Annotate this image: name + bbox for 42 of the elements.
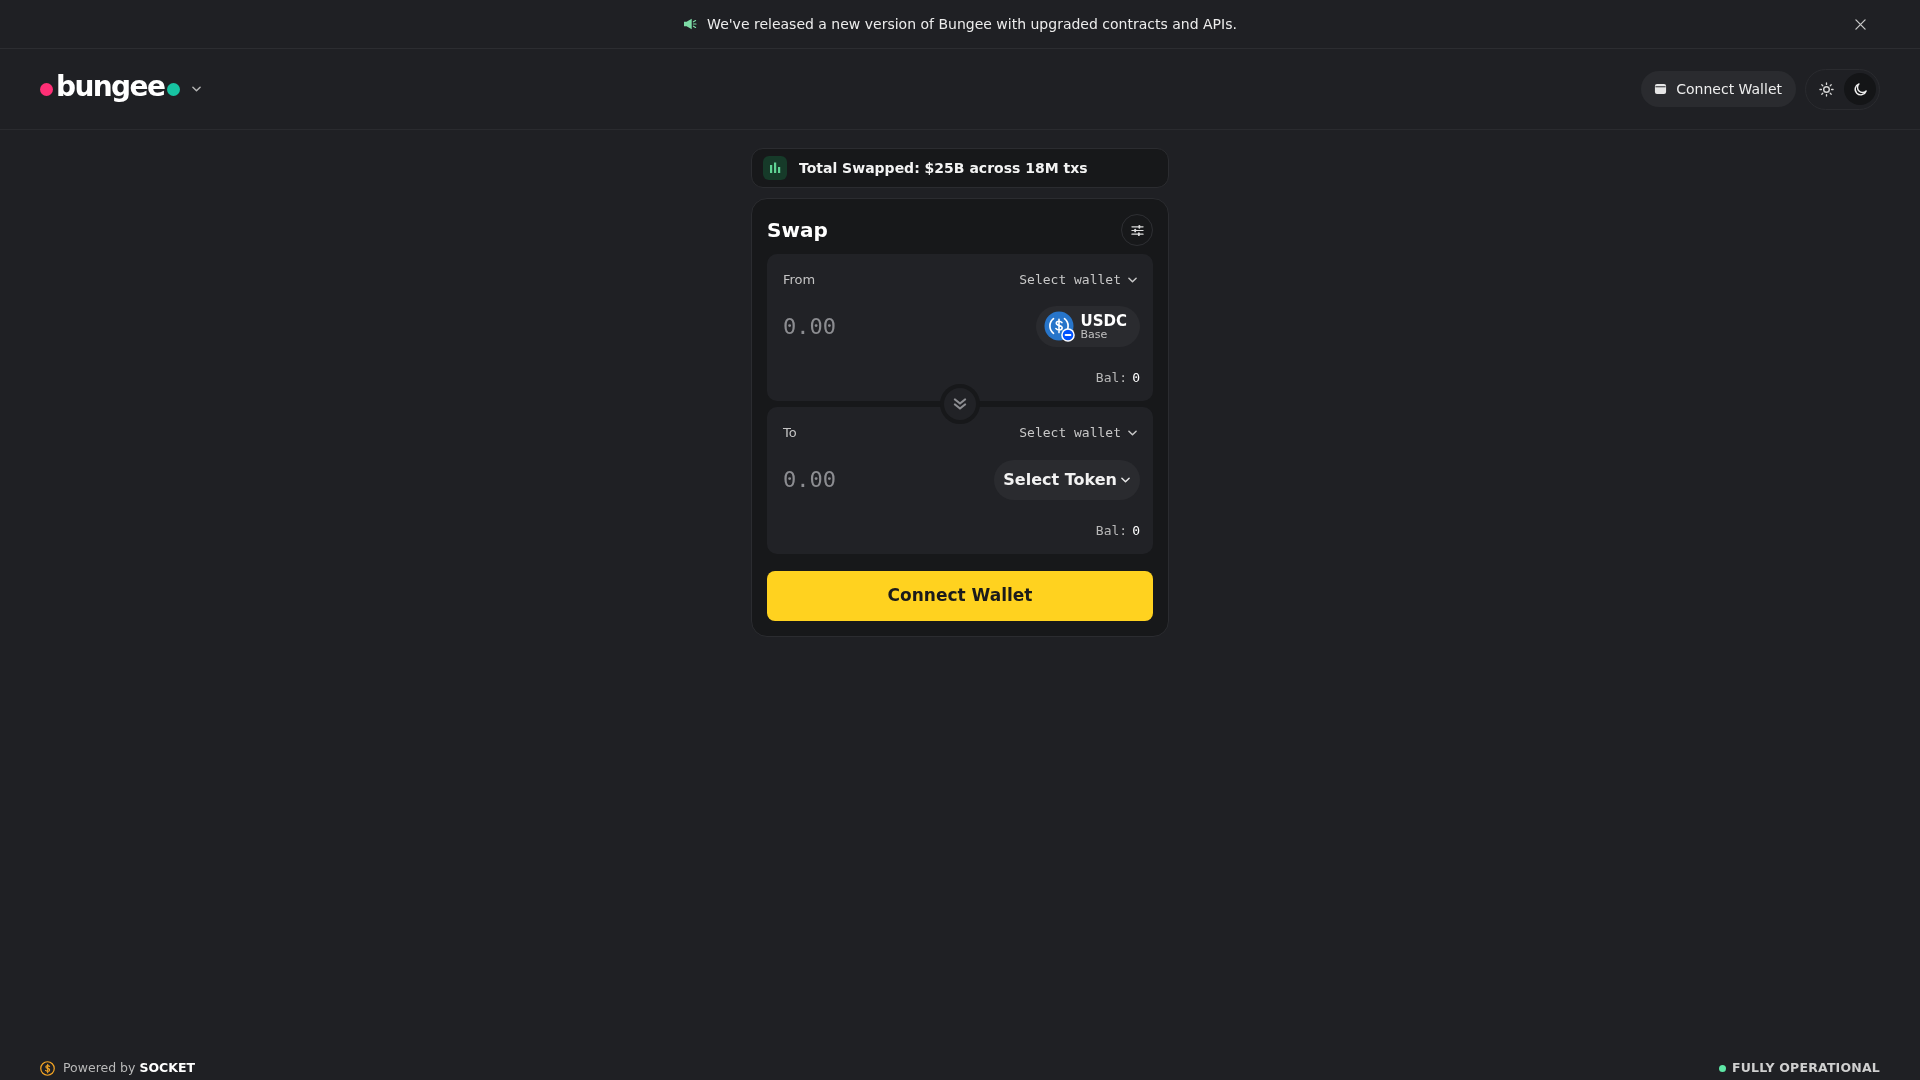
connect-wallet-button[interactable]: Connect Wallet: [1641, 71, 1796, 107]
select-token-button[interactable]: Select Token: [994, 459, 1140, 500]
panel-label: To: [783, 424, 797, 442]
token-network: Base: [1080, 328, 1109, 341]
close-button[interactable]: [1853, 16, 1868, 32]
double-chevron-down-icon: [953, 398, 967, 410]
dollar-coin-icon: [40, 1060, 55, 1076]
balance-value: 0: [1132, 369, 1140, 387]
chevron-down-icon: [1121, 476, 1130, 483]
token-select-button[interactable]: USDC Base: [1035, 306, 1140, 347]
status-dot-icon: [1718, 1064, 1726, 1072]
balance-label: Bal:: [1095, 522, 1128, 540]
announcement-text: We've released a new version of Bungee with upgraded contracts and APIs.: [707, 14, 1237, 34]
amount-input[interactable]: 0.00: [783, 461, 983, 498]
megaphone-icon: [683, 18, 698, 30]
chevron-down-icon: [1128, 277, 1137, 283]
panel-label: From: [783, 271, 816, 289]
stats-text: Total Swapped: $25B across 18M txs: [799, 158, 1088, 178]
status-text: FULLY OPERATIONAL: [1731, 1058, 1880, 1077]
wallet-select[interactable]: Select wallet: [1019, 423, 1140, 443]
logo-wordmark[interactable]: bungee: [56, 73, 165, 105]
moon-icon: [1852, 81, 1868, 97]
connect-wallet-button[interactable]: Connect Wallet: [767, 571, 1153, 621]
token-coin-icon: [1043, 311, 1075, 342]
wallet-icon: [1654, 83, 1668, 95]
logo-dot-icon: [40, 82, 53, 96]
dark-theme-button[interactable]: [1844, 73, 1876, 105]
chevron-down-icon: [1128, 430, 1137, 436]
settings-icon: [1130, 223, 1144, 237]
close-icon: [1855, 18, 1866, 30]
powered-by-text: Powered by SOCKET: [63, 1058, 195, 1077]
chevron-down-icon: [192, 86, 202, 92]
balance-value: 0: [1132, 522, 1140, 540]
swap-title: Swap: [767, 217, 828, 244]
logo-dot-icon: [167, 82, 181, 96]
amount-input[interactable]: 0.00: [783, 308, 1024, 345]
token-symbol: USDC: [1080, 312, 1127, 329]
balance-label: Bal:: [1095, 369, 1128, 387]
bar-chart-icon: [763, 156, 787, 180]
sun-icon: [1818, 81, 1834, 97]
logo-menu-button[interactable]: [192, 86, 202, 92]
wallet-select[interactable]: Select wallet: [1019, 270, 1140, 290]
